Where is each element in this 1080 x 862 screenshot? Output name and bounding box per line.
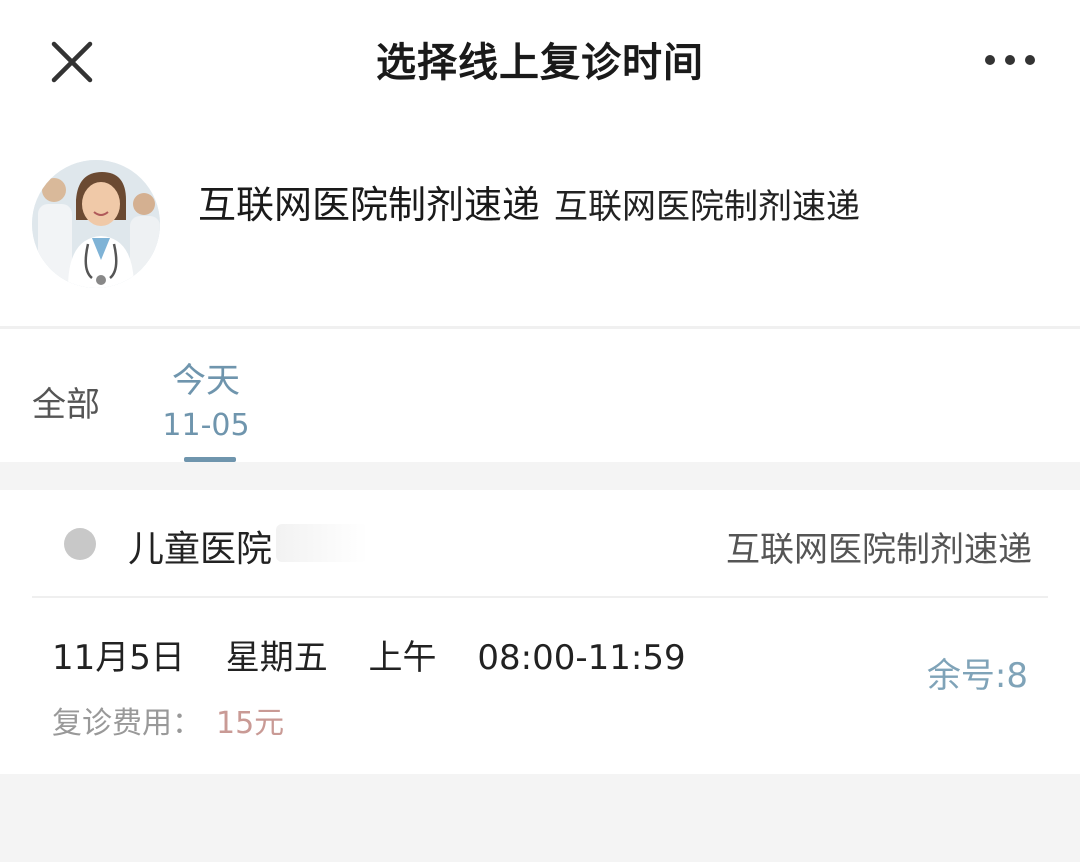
time-slot-row[interactable]: 11月5日 星期五 上午 08:00-11:59 复诊费用： 15元 余号:8 — [0, 598, 1080, 774]
doctor-name: 互联网医院制剂速递 — [198, 183, 541, 227]
fee-label: 复诊费用： — [52, 706, 202, 741]
slot-time-range: 08:00-11:59 — [477, 638, 686, 678]
hospital-dot-icon — [64, 528, 96, 560]
tab-all[interactable]: 全部 — [32, 377, 100, 426]
slot-fee: 复诊费用： 15元 — [52, 698, 284, 742]
slot-remaining: 余号:8 — [926, 656, 1028, 696]
page-title: 选择线上复诊时间 — [376, 40, 704, 86]
fee-value: 15元 — [216, 706, 285, 741]
doctor-line: 互联网医院制剂速递 互联网医院制剂速递 — [198, 174, 860, 229]
tab-today-label: 今天 — [172, 361, 240, 401]
doctor-avatar-image — [32, 160, 160, 288]
section-gap — [0, 462, 1080, 490]
more-button[interactable] — [978, 38, 1042, 82]
tab-today[interactable]: 今天 11-05 — [150, 353, 262, 463]
slot-weekday: 星期五 — [225, 638, 328, 678]
schedule-card: 儿童医院 互联网医院制剂速递 11月5日 星期五 上午 08:00-11:59 … — [0, 490, 1080, 774]
schedule-department: 互联网医院制剂速递 — [726, 530, 1032, 570]
doctor-avatar — [32, 160, 160, 288]
slot-time: 11月5日 星期五 上午 08:00-11:59 — [52, 630, 716, 679]
hospital-name: 儿童医院 — [128, 529, 273, 570]
more-icon — [985, 55, 1035, 65]
date-tabs: 全部 今天 11-05 — [0, 329, 1080, 462]
header-bar: 选择线上复诊时间 — [0, 0, 1080, 120]
slot-date: 11月5日 — [52, 638, 185, 678]
doctor-info: 互联网医院制剂速递 互联网医院制剂速递 — [0, 120, 1080, 326]
doctor-department: 互联网医院制剂速递 — [554, 187, 861, 227]
redacted-text — [276, 524, 368, 562]
slot-period: 上午 — [368, 638, 437, 678]
tab-today-date: 11-05 — [162, 408, 250, 443]
